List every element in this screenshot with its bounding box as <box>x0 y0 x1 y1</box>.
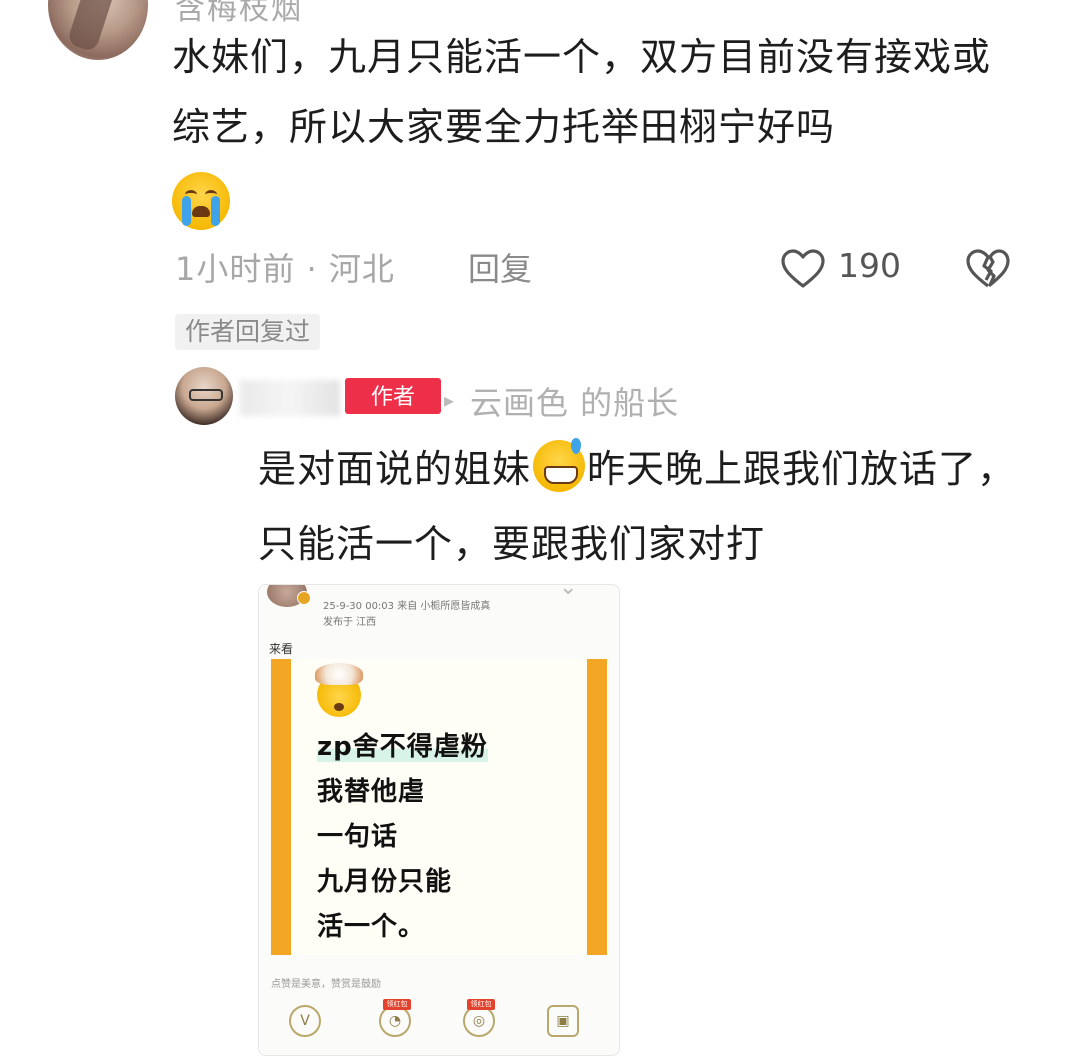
reply-text: 是对面说的姐妹 昨天晚上跟我们放话了，只能活一个，要跟我们家对打 <box>258 432 1038 582</box>
poster-line: 九月份只能 <box>317 867 453 897</box>
commenter-avatar[interactable] <box>48 0 148 60</box>
reply-arrow-icon: ▸ <box>444 388 455 412</box>
poster-line: 活一个。 <box>317 912 426 942</box>
post-footer: 点赞是美意，赞赏是鼓励 <box>271 979 381 990</box>
author-replied-badge: 作者回复过 <box>175 314 321 350</box>
image-icon: ▣ <box>547 1005 579 1037</box>
red-packet-badge: 领红包 <box>383 999 411 1010</box>
verified-badge-icon <box>297 591 311 605</box>
comment-meta: 1小时前 · 河北 <box>175 250 395 288</box>
exploding-head-emoji-icon <box>315 663 363 717</box>
like-count: 190 <box>838 246 901 285</box>
reply-text-part1: 是对面说的姐妹 <box>258 447 532 491</box>
crying-emoji-icon <box>172 172 230 230</box>
post-date-line: 25-9-30 00:03 来自 小栀所愿皆成真 <box>323 601 491 612</box>
poster-line: 我替他虐 <box>317 777 426 807</box>
red-packet-badge: 领红包 <box>467 999 495 1010</box>
reply-button[interactable]: 回复 <box>468 244 532 290</box>
reply-target-name[interactable]: 云画色 的船长 <box>470 378 679 424</box>
post-caption: 来看 <box>269 642 294 656</box>
attached-screenshot[interactable]: ⌄ 25-9-30 00:03 来自 小栀所愿皆成真 发布于 江西 来看 zp舍… <box>258 584 620 1056</box>
replier-avatar[interactable] <box>175 367 233 425</box>
post-location-line: 发布于 江西 <box>323 617 377 628</box>
broken-heart-icon[interactable] <box>964 248 1012 290</box>
poster-line: zp舍不得虐粉 <box>317 732 488 762</box>
poster-line: 一句话 <box>317 822 399 852</box>
poster-text: zp舍不得虐粉 我替他虐 一句话 九月份只能 活一个。 <box>317 725 488 950</box>
replier-username-blurred[interactable] <box>240 380 340 416</box>
more-icon: ⌄ <box>559 584 578 600</box>
grinning-sweat-emoji-icon <box>533 438 586 492</box>
heart-icon[interactable] <box>780 248 826 290</box>
like-v-icon: V <box>289 1005 321 1037</box>
author-tag: 作者 <box>345 378 441 414</box>
comment-text: 水妹们，九月只能活一个，双方目前没有接戏或综艺，所以大家要全力托举田栩宁好吗 <box>172 35 992 149</box>
